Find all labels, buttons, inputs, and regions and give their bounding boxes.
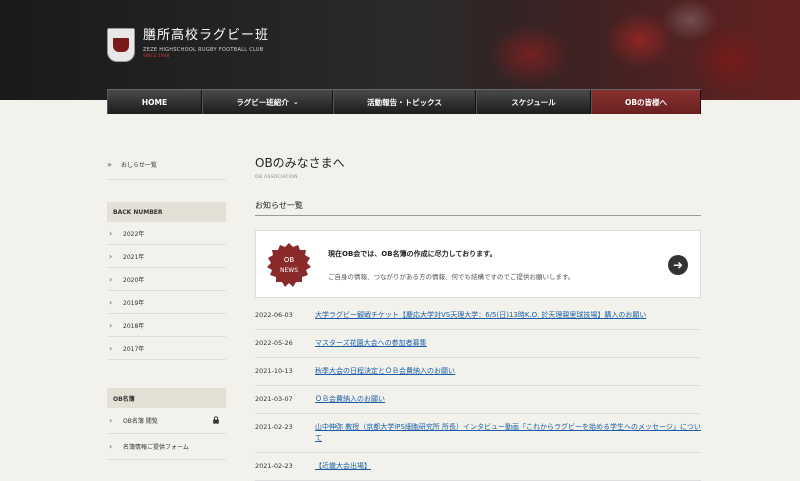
news-link[interactable]: マスターズ花園大会への参加者募集 xyxy=(315,338,701,349)
badge-line-1: OB xyxy=(284,256,295,264)
chevron-right-icon: › xyxy=(109,274,113,284)
sidebar-year-2017[interactable]: › 2017年 xyxy=(107,337,226,360)
school-crest-icon xyxy=(107,28,135,62)
news-item: 2022-06-03 大学ラグビー観戦チケット【慶応大学対VS天理大学：6/5(… xyxy=(255,302,701,330)
page-subtitle: OB ASSOCIATION xyxy=(255,175,298,180)
news-date: 2021-03-07 xyxy=(255,395,293,403)
ob-notice-box[interactable]: OB NEWS 現在OB会では、OB名簿の作成に尽力しております。 ご自身の情報… xyxy=(255,230,701,298)
news-date: 2021-02-23 xyxy=(255,462,293,470)
news-link[interactable]: 秋季大会の日程決定とＯＢ会費納入のお願い xyxy=(315,366,701,377)
news-item: 2022-05-26 マスターズ花園大会への参加者募集 xyxy=(255,330,701,358)
news-item: 2021-02-23 【近畿大会出場】 xyxy=(255,453,701,481)
header-rugby-photo xyxy=(470,0,800,100)
news-item: 2021-02-23 山中伸弥 教授（京都大学iPS細胞研究所 所長）インタビュ… xyxy=(255,414,701,453)
badge-line-2: NEWS xyxy=(280,267,298,274)
sidebar-year-2020[interactable]: › 2020年 xyxy=(107,268,226,291)
news-date: 2022-06-03 xyxy=(255,311,293,319)
chevron-right-icon: › xyxy=(109,251,113,261)
nav-topics[interactable]: 活動報告・トピックス xyxy=(333,90,476,114)
news-date: 2021-02-23 xyxy=(255,423,293,431)
sidebar-year-2018[interactable]: › 2018年 xyxy=(107,314,226,337)
section-title: お知らせ一覧 xyxy=(255,200,701,216)
news-date: 2022-05-26 xyxy=(255,339,293,347)
news-date: 2021-10-13 xyxy=(255,367,293,375)
news-item: 2021-03-07 ＯＢ会費納入のお願い xyxy=(255,386,701,414)
site-logo[interactable]: 膳所高校ラグビー班 ZEZE HIGHSCHOOL RUGBY FOOTBALL… xyxy=(107,28,269,62)
chevron-right-icon: › xyxy=(109,320,113,330)
ob-news-badge-icon: OB NEWS xyxy=(267,243,311,287)
site-header: 膳所高校ラグビー班 ZEZE HIGHSCHOOL RUGBY FOOTBALL… xyxy=(0,0,800,100)
page-title: OBのみなさまへ xyxy=(255,156,345,170)
notice-title: 現在OB会では、OB名簿の作成に尽力しております。 xyxy=(328,250,497,258)
notice-text: ご自身の情報、つながりがある方の情報、何でも結構ですのでご提供お願いします。 xyxy=(328,273,575,281)
news-link[interactable]: 大学ラグビー観戦チケット【慶応大学対VS天理大学：6/5(日)13時K.O. 於… xyxy=(315,310,701,321)
news-list: 2022-06-03 大学ラグビー観戦チケット【慶応大学対VS天理大学：6/5(… xyxy=(255,302,701,481)
back-number-heading: BACK NUMBER xyxy=(107,202,226,222)
chevron-right-icon: › xyxy=(109,343,113,353)
sidebar-ob-roster-view[interactable]: › OB名簿 閲覧 xyxy=(107,408,226,434)
news-link[interactable]: 山中伸弥 教授（京都大学iPS細胞研究所 所長）インタビュー動画「これからラグビ… xyxy=(315,422,701,444)
sidebar-news-list-link[interactable]: » おしらせ一覧 xyxy=(107,150,226,180)
chevron-right-icon: › xyxy=(109,297,113,307)
chevron-right-icon: › xyxy=(109,416,113,425)
news-item: 2021-10-13 秋季大会の日程決定とＯＢ会費納入のお願い xyxy=(255,358,701,386)
nav-schedule[interactable]: スケジュール xyxy=(476,90,591,114)
sidebar-roster-form[interactable]: › 名簿情報ご提供フォーム xyxy=(107,434,226,460)
chevron-down-icon: ⌄ xyxy=(292,98,299,106)
lock-icon xyxy=(213,416,219,424)
main-content: OBのみなさまへ OB ASSOCIATION お知らせ一覧 OB NEWS 現… xyxy=(255,150,701,481)
main-nav: HOME ラグビー班紹介 ⌄ 活動報告・トピックス スケジュール OBの皆様へ xyxy=(107,89,701,114)
site-title: 膳所高校ラグビー班 xyxy=(143,28,270,43)
site-subtitle: ZEZE HIGHSCHOOL RUGBY FOOTBALL CLUB xyxy=(143,47,264,53)
site-subtitle-since: SINCE 1948 xyxy=(143,54,170,59)
nav-ob[interactable]: OBの皆様へ xyxy=(591,90,701,114)
ob-roster-heading: OB名簿 xyxy=(107,388,226,408)
news-link[interactable]: ＯＢ会費納入のお願い xyxy=(315,394,701,405)
double-chevron-right-icon: » xyxy=(107,160,112,169)
nav-about[interactable]: ラグビー班紹介 ⌄ xyxy=(202,90,333,114)
arrow-right-icon[interactable]: ➜ xyxy=(668,255,688,275)
sidebar-year-2019[interactable]: › 2019年 xyxy=(107,291,226,314)
sidebar-year-2021[interactable]: › 2021年 xyxy=(107,245,226,268)
nav-home[interactable]: HOME xyxy=(107,90,202,114)
sidebar-year-2022[interactable]: › 2022年 xyxy=(107,222,226,245)
chevron-right-icon: › xyxy=(109,228,113,238)
sidebar: » おしらせ一覧 BACK NUMBER › 2022年 › 2021年 › 2020… xyxy=(107,150,226,460)
news-link[interactable]: 【近畿大会出場】 xyxy=(315,461,701,472)
